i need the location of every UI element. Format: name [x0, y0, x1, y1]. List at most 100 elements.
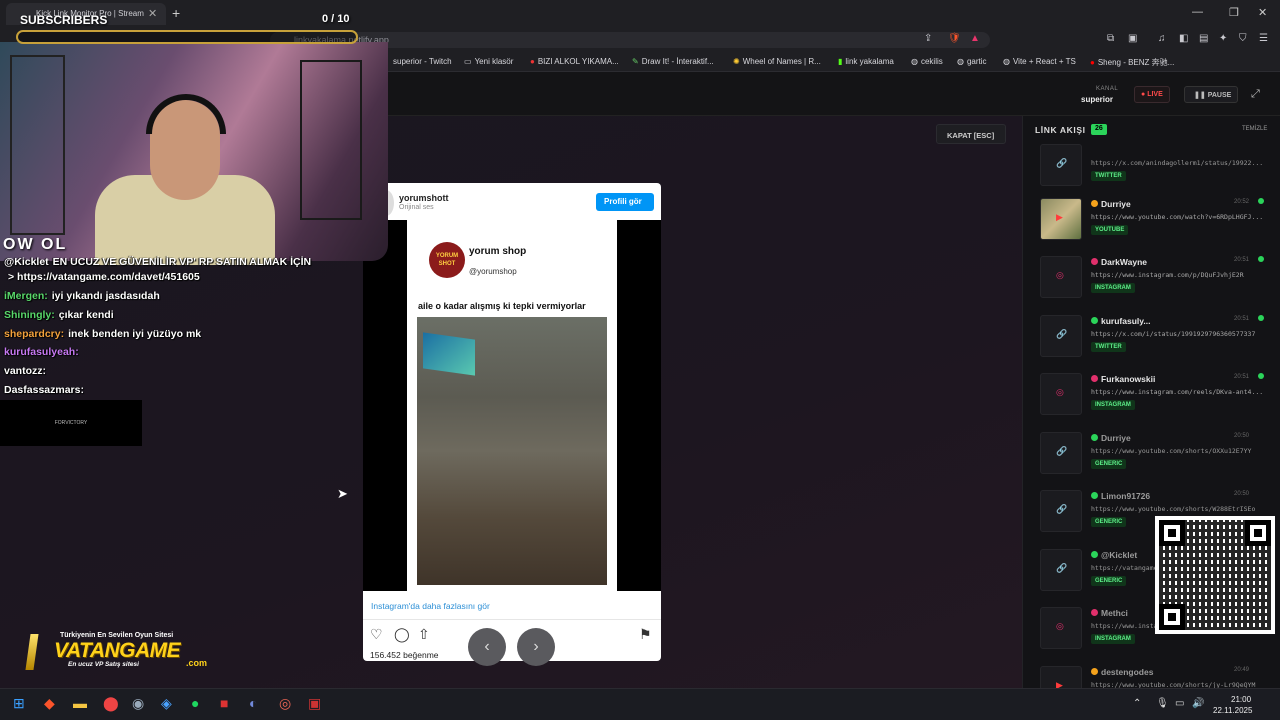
window-close-icon[interactable]: ✕ [1258, 6, 1267, 19]
chat-text: EN UCUZ VE GÜVENİLİR VP' RP SATIN ALMAK … [52, 256, 312, 268]
link-feed-user: @Kicklet [1091, 550, 1137, 560]
exit-fullscreen-icon[interactable]: ⤢ [1251, 88, 1260, 101]
pause-button[interactable]: ❚❚ PAUSE [1184, 86, 1238, 103]
link-feed-url[interactable]: https://www.instagram.com/reels/DKva-ant… [1091, 388, 1273, 396]
bookmark-alkol[interactable]: ● BIZI ALKOL YIKAMA... [530, 57, 619, 66]
link-feed-url[interactable]: https://x.com/i/status/19919297963605773… [1091, 330, 1273, 338]
instagram-more-link[interactable]: Instagram'da daha fazlasını gör [371, 601, 490, 611]
next-button[interactable]: › [517, 628, 555, 666]
comment-icon[interactable]: ◯ [394, 626, 410, 643]
link-thumbnail[interactable]: ◎ [1040, 373, 1082, 415]
wallet-icon[interactable]: ▤ [1199, 33, 1208, 44]
link-feed-item[interactable]: ◎ DarkWayne 20:51 https://www.instagram.com… [1030, 252, 1276, 310]
qr-code [1155, 516, 1275, 634]
link-feed-item[interactable]: 🔗 https://x.com/anindagollerm1/status/199… [1030, 140, 1276, 198]
subscriber-goal-bar [16, 30, 358, 44]
share-icon[interactable]: ⇪ [924, 33, 932, 44]
extensions-icon[interactable]: ⧉ [1107, 33, 1114, 44]
bookmark-gartic[interactable]: ◍ gartic [957, 57, 987, 66]
link-thumbnail[interactable]: 🔗 [1040, 432, 1082, 474]
app-icon[interactable]: ■ [220, 695, 228, 711]
bookmark-link-yakalama[interactable]: ▮ link yakalama [838, 57, 894, 66]
tv-image [423, 332, 475, 376]
bookmark-vite[interactable]: ◍ Vite + React + TS [1003, 57, 1076, 66]
link-feed-url[interactable]: https://www.youtube.com/shorts/OXXu12E7Y… [1091, 447, 1273, 455]
previous-button[interactable]: ‹ [468, 628, 506, 666]
brave-rewards-icon[interactable]: ▲ [970, 33, 980, 44]
link-thumbnail[interactable]: ▶ [1040, 198, 1082, 240]
link-feed-url[interactable]: https://x.com/anindagollerm1/status/1992… [1091, 159, 1273, 167]
link-feed-url[interactable]: https://www.youtube.com/watch?v=6RDpLHGF… [1091, 213, 1273, 221]
sidebar-icon[interactable]: ◧ [1179, 33, 1188, 44]
brave-shield-icon[interactable]: 🛡 [948, 33, 961, 44]
chat-message: Dasfassazmars: [4, 384, 88, 396]
volume-icon[interactable]: 🔊 [1192, 698, 1204, 709]
new-tab-icon[interactable]: + [172, 5, 180, 21]
microphone-icon[interactable]: 🎙 [1156, 698, 1169, 709]
bookmark-twitch[interactable]: superior - Twitch [393, 57, 452, 66]
bookmark-folder[interactable]: ▭ Yeni klasör [464, 57, 513, 66]
screenshot-icon[interactable]: ▣ [1128, 33, 1137, 44]
clock-time[interactable]: 21:00 [1231, 695, 1251, 704]
chat-username: shepardcry: [4, 328, 65, 340]
tab-close-icon[interactable]: ✕ [148, 7, 157, 20]
view-profile-button[interactable]: Profili gör [596, 193, 654, 211]
bookmark-wheel[interactable]: ✺ Wheel of Names | R... [733, 57, 821, 66]
vpn-icon[interactable]: ⛉ [1239, 33, 1247, 44]
link-feed-url[interactable]: https://www.youtube.com/shorts/W288EtrIS… [1091, 505, 1273, 513]
new-indicator-icon [1258, 198, 1264, 204]
menu-icon[interactable]: ☰ [1259, 33, 1268, 44]
embed-username[interactable]: yorumshott [399, 193, 449, 203]
tray-chevron-icon[interactable]: ⌃ [1133, 698, 1141, 709]
spotify-icon[interactable]: ● [191, 695, 199, 711]
link-feed-item[interactable]: 🔗 kurufasuly... 20:51 https://x.com/i/statu… [1030, 311, 1276, 369]
link-feed-item[interactable]: 🔗 Durriye 20:50 https://www.youtube.com/sho… [1030, 428, 1276, 486]
link-thumbnail[interactable]: ◎ [1040, 256, 1082, 298]
link-thumbnail[interactable]: 🔗 [1040, 490, 1082, 532]
close-preview-button[interactable]: KAPAT [ESC] [936, 124, 1006, 144]
bookmark-sheng[interactable]: ● Sheng - BENZ 奔驰... [1090, 57, 1174, 68]
brave-icon[interactable]: ◆ [44, 695, 55, 712]
bookmark-drawit[interactable]: ✎ Draw It! - İnteraktif... [632, 57, 714, 66]
user-badge-icon [1091, 434, 1098, 441]
link-feed-time: 20:49 [1234, 667, 1250, 673]
windows-icon[interactable]: ⊞ [13, 695, 25, 712]
clear-button[interactable]: TEMİZLE [1242, 126, 1267, 132]
link-feed-time: 20:51 [1234, 316, 1250, 322]
app-icon[interactable]: ◈ [161, 695, 172, 712]
user-badge-icon [1091, 375, 1098, 382]
maps-icon[interactable]: ⬤ [103, 695, 119, 712]
webcam-shelf [10, 55, 65, 235]
live-button[interactable]: ● LIVE [1134, 86, 1170, 103]
link-feed-url[interactable]: https://www.instagram.com/p/DQuFJvhjE2R [1091, 271, 1273, 279]
link-feed-user: Methci [1091, 608, 1128, 618]
yorum-shot-logo: YORUM SHOT [429, 242, 465, 278]
app-icon[interactable]: ▣ [308, 695, 321, 712]
minimize-icon[interactable]: — [1192, 6, 1203, 18]
platform-badge: INSTAGRAM [1091, 634, 1135, 644]
link-feed-item[interactable]: ◎ Furkanowskii 20:51 https://www.instagram.… [1030, 369, 1276, 427]
media-icon[interactable]: ♫ [1158, 33, 1166, 44]
app-icon[interactable]: ◎ [279, 695, 291, 712]
share-post-icon[interactable]: ⇧ [418, 626, 430, 643]
link-thumbnail[interactable]: 🔗 [1040, 315, 1082, 357]
discord-icon[interactable]: ◐ [249, 695, 257, 711]
globe-icon: ◍ [1003, 57, 1010, 66]
like-icon[interactable]: ♡ [370, 626, 383, 643]
steam-icon[interactable]: ◉ [132, 695, 144, 712]
divider [363, 619, 661, 620]
link-thumbnail[interactable]: 🔗 [1040, 549, 1082, 591]
files-icon[interactable]: ▬ [73, 695, 87, 711]
chat-username: kurufasulyeah: [4, 346, 79, 358]
vatangame-tagline: Türkiyenin En Sevilen Oyun Sitesi [60, 632, 174, 639]
network-icon[interactable]: ▭ [1175, 698, 1184, 709]
maximize-icon[interactable]: ❐ [1229, 6, 1239, 19]
leo-ai-icon[interactable]: ✦ [1219, 33, 1227, 44]
youtube-icon: ▶ [1056, 212, 1063, 222]
link-feed-item[interactable]: ▶ Durriye 20:52 https://www.youtube.com/wat… [1030, 194, 1276, 252]
bookmark-icon[interactable]: ⚑ [639, 626, 652, 643]
link-thumbnail[interactable]: 🔗 [1040, 144, 1082, 186]
bookmark-cekilis[interactable]: ◍ cekilis [911, 57, 943, 66]
clock-date[interactable]: 22.11.2025 [1213, 706, 1252, 715]
link-thumbnail[interactable]: ◎ [1040, 607, 1082, 649]
